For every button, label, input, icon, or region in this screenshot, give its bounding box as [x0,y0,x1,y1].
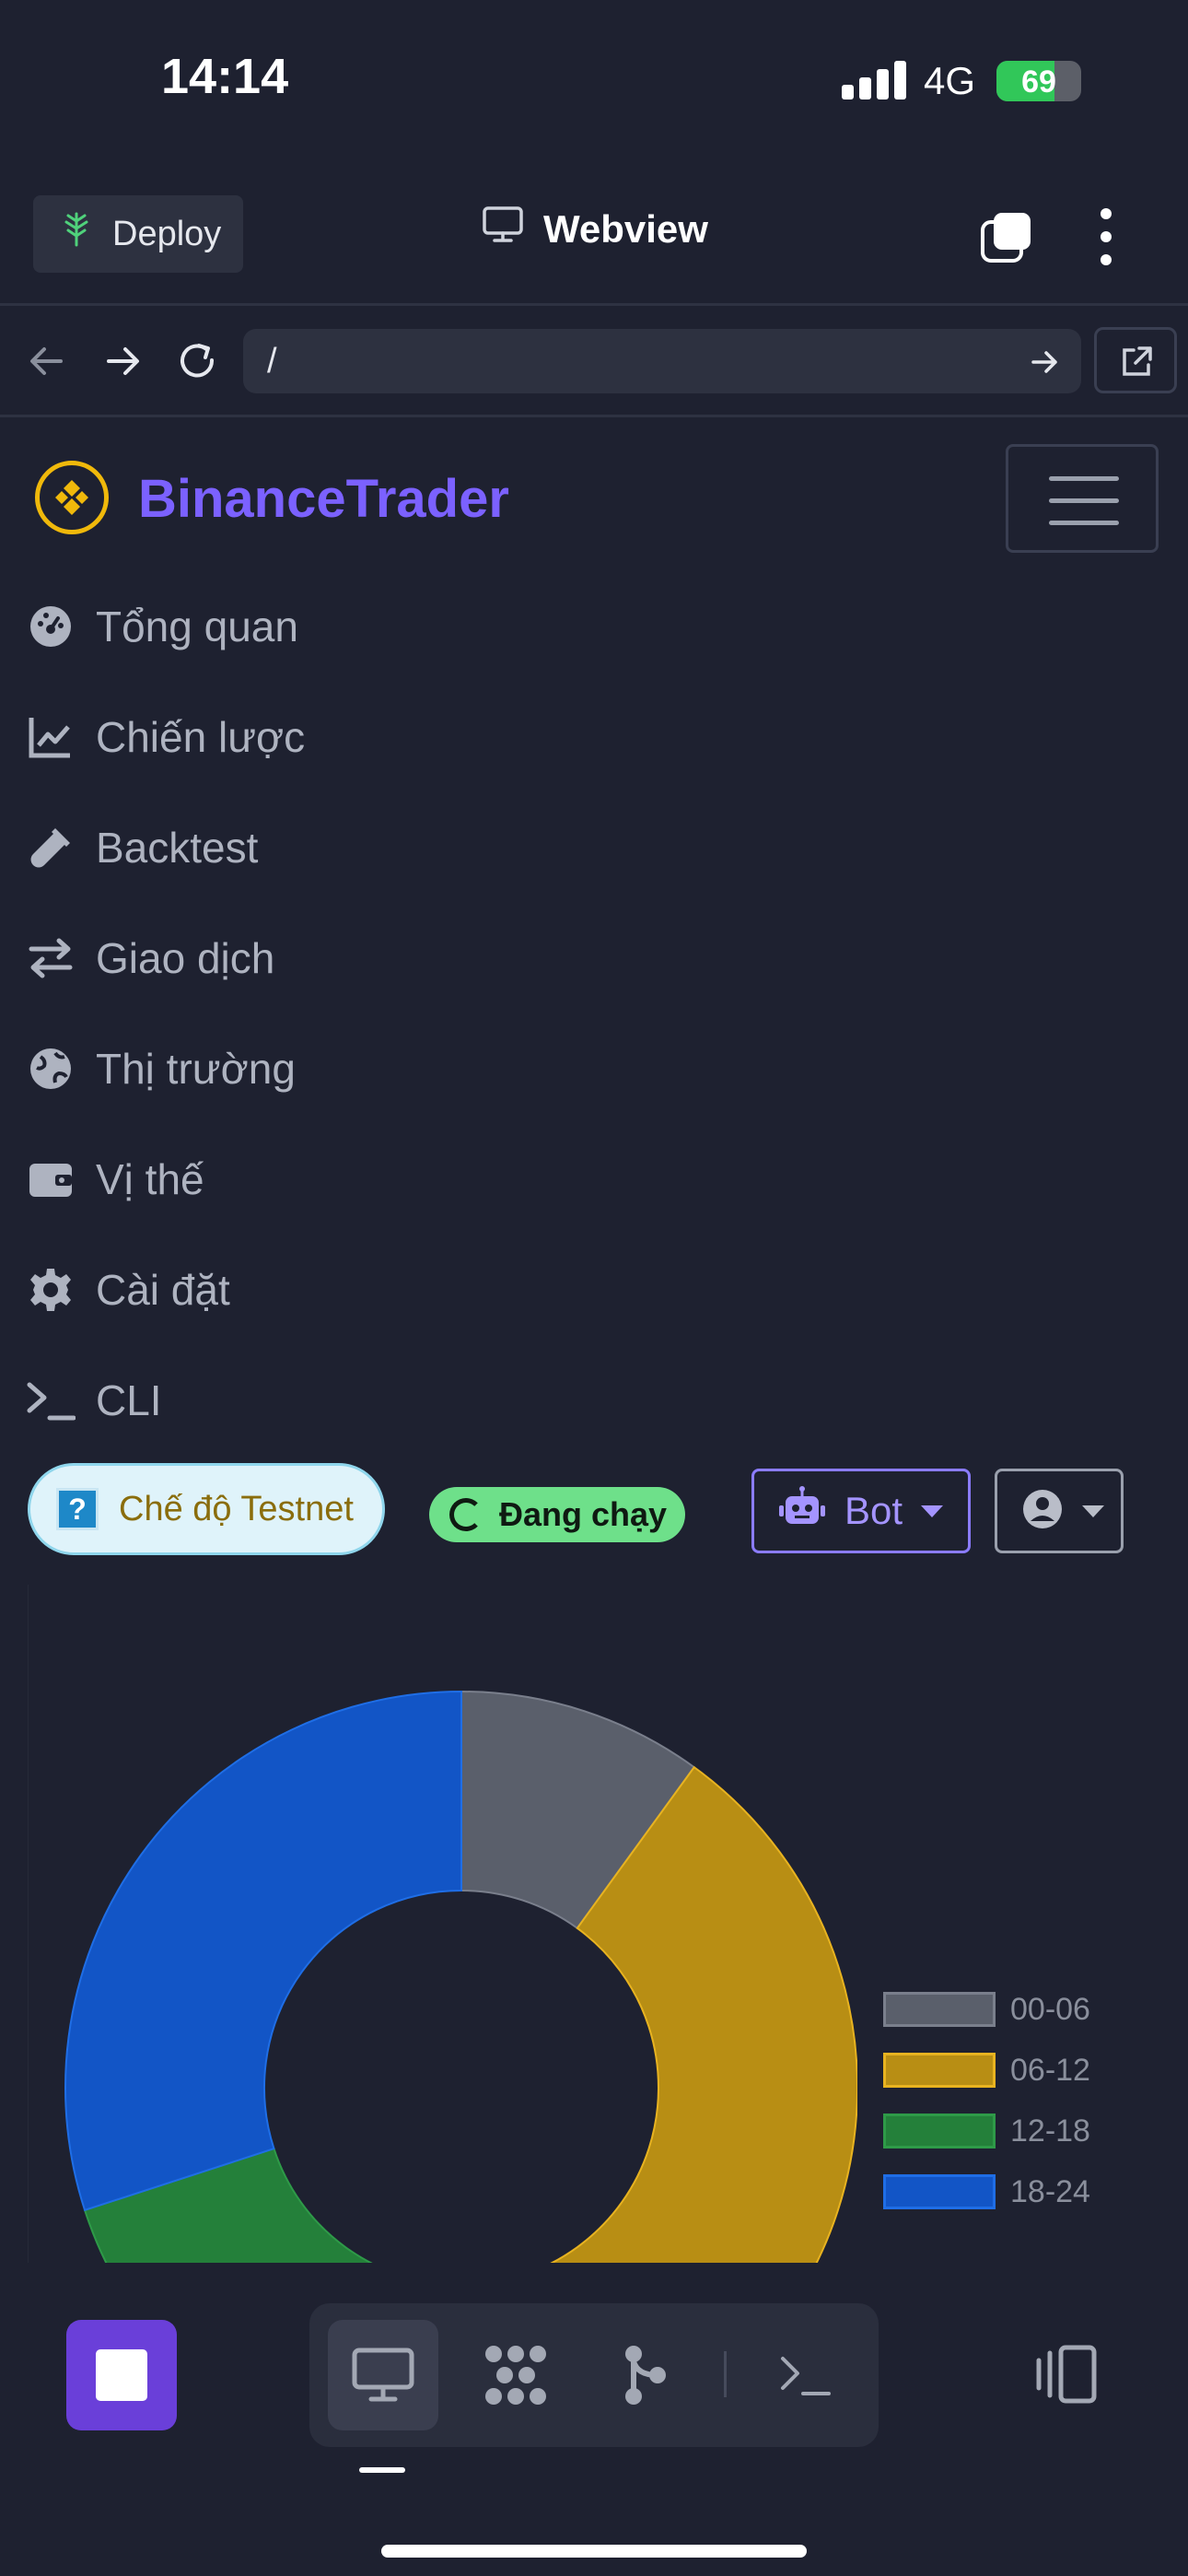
nav-item-positions[interactable]: Vị thế [0,1124,1188,1235]
nav-label-trades: Giao dịch [96,934,275,982]
donut-slice-18-24[interactable] [64,1690,462,2212]
git-tool-button[interactable] [589,2320,700,2430]
legend-label: 12-18 [1010,2113,1090,2149]
chevron-down-icon [1082,1505,1104,1517]
reload-icon[interactable] [175,338,221,384]
terminal-icon [781,2357,831,2395]
running-label: Đang chạy [499,1495,668,1533]
deploy-label: Deploy [112,214,222,253]
monitor-icon [352,2348,414,2402]
nav-label-market: Thị trường [96,1045,296,1093]
question-icon: ? [56,1488,99,1530]
chart-legend: 00-06 06-12 12-18 18-24 [883,1979,1090,2222]
nav-label-positions: Vị thế [96,1155,204,1203]
line-chart-icon [26,712,76,762]
legend-item-00-06[interactable]: 00-06 [883,1979,1090,2040]
nav-item-strategy[interactable]: Chiến lược [0,682,1188,792]
gauge-icon [26,602,76,651]
branch-icon [625,2346,666,2405]
more-menu-icon[interactable] [1092,208,1120,267]
legend-item-12-18[interactable]: 12-18 [883,2101,1090,2161]
nav-item-settings[interactable]: Cài đặt [0,1235,1188,1345]
active-tab-indicator [359,2467,405,2473]
open-external-button[interactable] [1094,327,1177,393]
menu-toggle-button[interactable] [1006,444,1159,553]
tabs-icon[interactable] [980,210,1033,263]
nav-label-overview: Tổng quan [96,603,298,650]
nodes-icon [485,2346,546,2405]
robot-icon [778,1485,826,1537]
nav-label-cli: CLI [96,1376,162,1424]
deploy-icon [61,212,92,256]
stop-button[interactable] [66,2320,177,2430]
nav-item-cli[interactable]: CLI [0,1345,1188,1456]
bottom-toolbar [0,2263,1188,2576]
signal-icon [842,61,906,100]
legend-swatch [883,1992,996,2027]
battery-percent: 69 [1021,64,1056,100]
deploy-button[interactable]: Deploy [33,195,243,273]
testnet-label: Chế độ Testnet [119,1489,354,1528]
wallet-icon [26,1154,76,1204]
back-icon[interactable] [24,338,70,384]
user-circle-icon [1021,1488,1064,1535]
hour-distribution-chart: 00-06 06-12 12-18 18-24 [28,1585,1160,2263]
url-input[interactable] [243,329,1081,393]
toolbar-divider [724,2351,727,2397]
go-arrow-icon[interactable] [1028,345,1061,379]
legend-label: 18-24 [1010,2173,1090,2209]
bot-label: Bot [844,1489,903,1532]
running-status-badge: Đang chạy [429,1487,685,1542]
nav-label-backtest: Backtest [96,824,259,872]
brand-name[interactable]: BinanceTrader [138,468,509,530]
donut-chart [64,1690,857,2263]
sidebar-nav: Tổng quan Chiến lược Backtest Giao dịch … [0,571,1188,1456]
legend-item-06-12[interactable]: 06-12 [883,2040,1090,2101]
nav-item-backtest[interactable]: Backtest [0,792,1188,903]
legend-swatch [883,2174,996,2209]
binance-logo-icon [35,461,109,534]
spinner-icon [449,1498,483,1531]
external-link-icon [1123,346,1152,376]
testnet-badge[interactable]: ? Chế độ Testnet [28,1463,385,1555]
status-bar: 14:14 4G 69 [0,0,1188,157]
url-bar [0,309,1188,417]
bot-dropdown-button[interactable]: Bot [751,1469,971,1553]
gear-icon [26,1265,76,1315]
webview-title: Webview [483,206,708,252]
webview-tool-button[interactable] [328,2320,438,2430]
nav-item-market[interactable]: Thị trường [0,1013,1188,1124]
user-dropdown-button[interactable] [995,1469,1124,1553]
monitor-icon [483,206,523,252]
network-type: 4G [924,59,976,102]
status-time: 14:14 [161,49,289,104]
browser-toolbar: Deploy Webview [0,184,1188,306]
globe-icon [26,1044,76,1094]
battery-icon: 69 [996,61,1081,101]
exchange-icon [26,933,76,983]
workflow-tool-button[interactable] [460,2320,571,2430]
view-switcher [309,2303,879,2447]
legend-label: 00-06 [1010,1991,1090,2027]
forward-icon[interactable] [99,338,146,384]
home-indicator [381,2545,807,2558]
nav-label-strategy: Chiến lược [96,713,306,761]
nav-item-trades[interactable]: Giao dịch [0,903,1188,1013]
webview-title-text: Webview [543,207,708,251]
legend-label: 06-12 [1010,2052,1090,2088]
legend-swatch [883,2113,996,2149]
nav-label-settings: Cài đặt [96,1266,230,1314]
legend-item-18-24[interactable]: 18-24 [883,2161,1090,2222]
chevron-down-icon [921,1505,944,1517]
flask-icon [26,823,76,872]
legend-swatch [883,2053,996,2088]
panel-toggle-icon[interactable] [1030,2342,1103,2406]
terminal-tool-button[interactable] [750,2320,860,2430]
nav-item-overview[interactable]: Tổng quan [0,571,1188,682]
stop-icon [96,2349,147,2401]
terminal-icon [26,1376,76,1425]
